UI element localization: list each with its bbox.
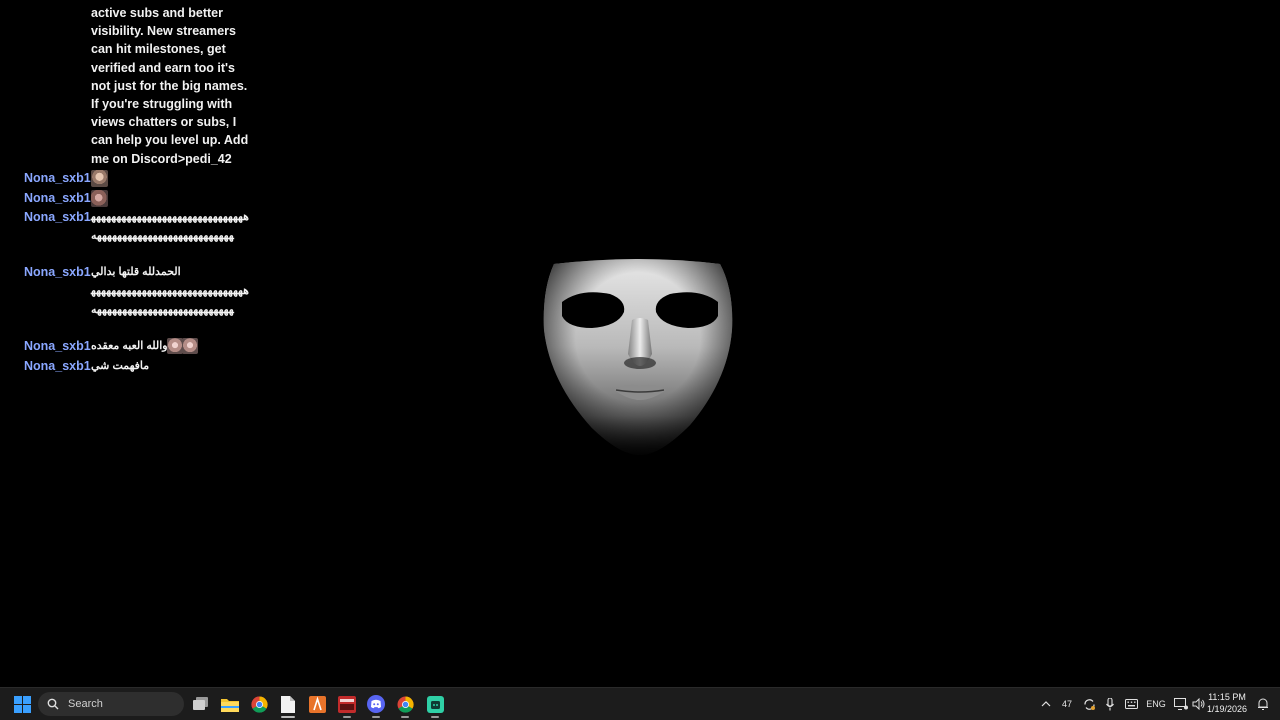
sync-icon	[1083, 698, 1095, 710]
running-indicator	[372, 716, 380, 718]
face-emote-icon	[91, 189, 108, 207]
running-indicator	[401, 716, 409, 718]
notepad-button[interactable]	[275, 688, 301, 720]
app-red-icon	[338, 695, 356, 713]
chrome-icon	[250, 695, 268, 713]
chat-line: Nona_sxb1	[0, 169, 260, 187]
tray-badge-number: 47	[1061, 699, 1072, 709]
face-emote-icon	[166, 338, 183, 355]
windows-logo-icon	[13, 695, 31, 713]
chat-username[interactable]: Nona_sxb1	[24, 357, 91, 375]
microphone-icon	[1106, 697, 1114, 710]
chevron-up-icon	[1041, 701, 1051, 707]
network-icon	[1174, 698, 1188, 710]
chat-username[interactable]: Nona_sxb1	[24, 169, 91, 187]
search-label: Search	[68, 698, 103, 710]
chrome-button[interactable]	[246, 688, 272, 720]
chat-username[interactable]: Nona_sxb1	[24, 208, 91, 226]
chat-text	[91, 169, 108, 187]
mask-image	[543, 259, 733, 455]
running-indicator	[343, 716, 351, 718]
notification-bell-icon	[1258, 698, 1268, 710]
chat-message-continued: active subs and better visibility. New s…	[91, 6, 249, 166]
face-emote-icon	[181, 338, 198, 355]
discord-button[interactable]	[363, 688, 389, 720]
chat-text: هههههههههههههههههههههههههههههههههههههههه…	[91, 285, 249, 316]
language-indicator[interactable]: ENG	[1144, 688, 1168, 720]
face-emote-icon	[91, 169, 108, 187]
taskbar: Search 47 ENG 11:15 PM 1/19/2026	[0, 687, 1280, 720]
clock-time: 11:15 PM	[1208, 692, 1246, 702]
chat-text: والله العبه معقده	[91, 337, 198, 355]
chat-text: هههههههههههههههههههههههههههههههههههههههه…	[91, 211, 249, 242]
chat-text-arabic: والله العبه معقده	[91, 340, 168, 352]
chrome-icon	[397, 695, 414, 713]
chat-line: Nona_sxb1 مافهمت شي	[0, 357, 260, 375]
chat-line: Nona_sxb1 والله العبه معقده	[0, 337, 260, 355]
clock[interactable]: 11:15 PM 1/19/2026	[1204, 691, 1250, 715]
taskbar-search[interactable]: Search	[38, 692, 184, 716]
app-teal-icon	[426, 695, 444, 713]
chat-line: Nona_sxb1 هههههههههههههههههههههههههههههه…	[0, 208, 260, 260]
start-button[interactable]	[10, 688, 34, 720]
show-hidden-icons-button[interactable]	[1038, 688, 1054, 720]
notepad-icon	[281, 695, 295, 713]
running-indicator	[431, 716, 439, 718]
discord-icon	[367, 695, 385, 713]
app-teal-button[interactable]	[422, 688, 448, 720]
chat-line: Nona_sxb1 الحمدلله قلتها بدالي ههههههههه…	[0, 263, 260, 335]
chat-username[interactable]: Nona_sxb1	[24, 337, 91, 355]
chrome-button[interactable]	[392, 688, 418, 720]
app-red-button[interactable]	[334, 688, 360, 720]
active-indicator	[281, 716, 295, 718]
file-explorer-button[interactable]	[217, 688, 243, 720]
chat-text: الحمدلله قلتها بدالي	[91, 266, 181, 278]
network-button[interactable]	[1172, 688, 1190, 720]
app-orange-button[interactable]	[304, 688, 330, 720]
task-view-button[interactable]	[188, 688, 214, 720]
search-icon	[47, 698, 59, 710]
keyboard-button[interactable]	[1122, 688, 1140, 720]
chat-username[interactable]: Nona_sxb1	[24, 189, 91, 207]
keyboard-icon	[1124, 699, 1138, 709]
tray-sync-button[interactable]	[1080, 688, 1098, 720]
notifications-button[interactable]	[1254, 688, 1272, 720]
file-explorer-icon	[221, 698, 239, 712]
task-view-icon	[193, 697, 208, 710]
chat-text	[91, 189, 108, 207]
tray-badge[interactable]: 47	[1058, 688, 1076, 720]
chat-username[interactable]: Nona_sxb1	[24, 263, 91, 281]
language-label: ENG	[1146, 699, 1166, 709]
microphone-button[interactable]	[1102, 688, 1118, 720]
clock-date: 1/19/2026	[1206, 704, 1248, 714]
chat-line: Nona_sxb1	[0, 189, 260, 207]
app-orange-icon	[308, 695, 326, 713]
chat-text: مافهمت شي	[91, 360, 150, 372]
